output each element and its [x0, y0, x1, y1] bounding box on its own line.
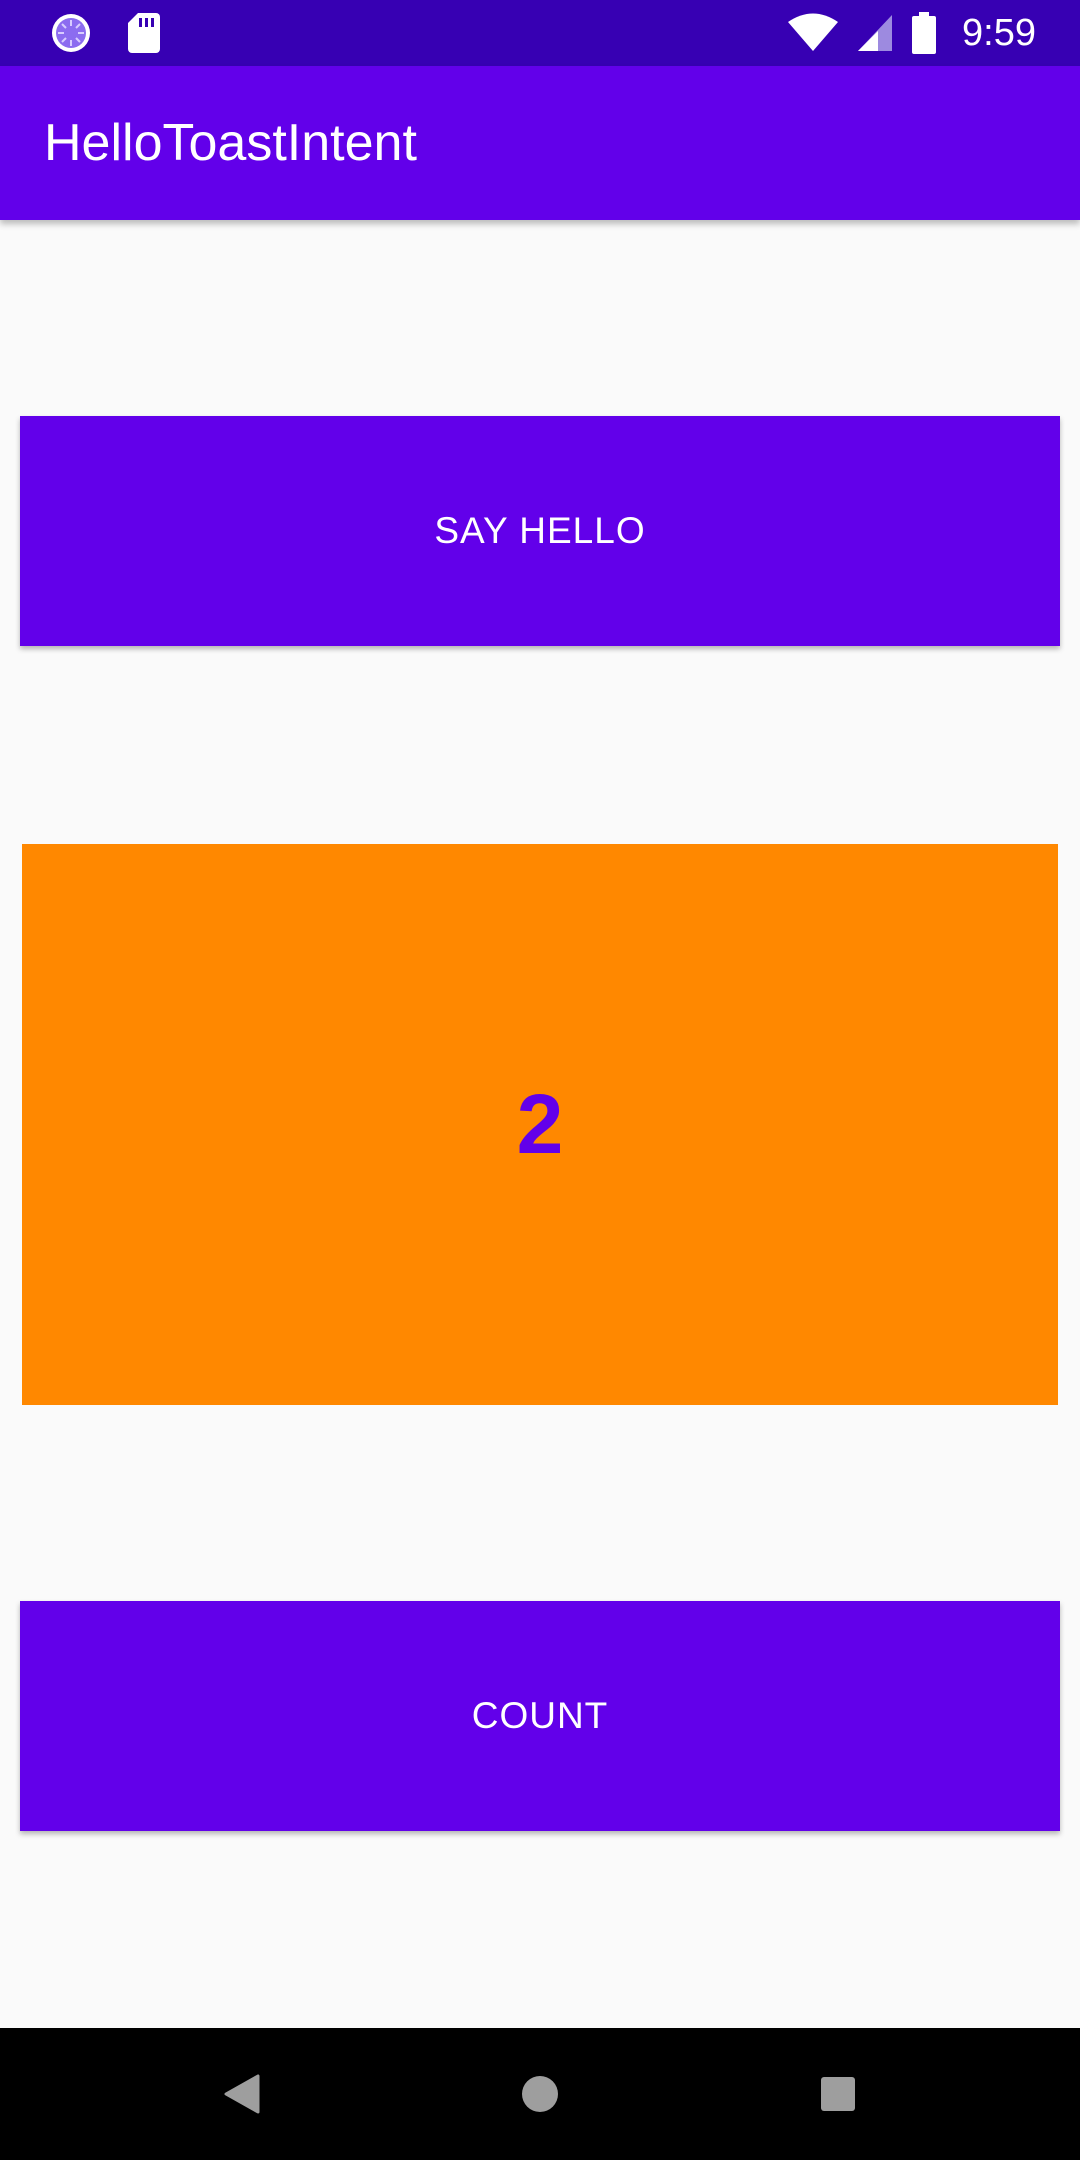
- status-right: 9:59: [788, 8, 1036, 58]
- count-value: 2: [516, 1077, 564, 1171]
- recents-icon: [821, 2077, 855, 2111]
- say-hello-label: SAY HELLO: [434, 510, 646, 551]
- back-icon: [224, 2074, 260, 2114]
- count-display: 2: [22, 844, 1058, 1405]
- nav-home-button[interactable]: [474, 2028, 606, 2160]
- status-bar: 9:59: [0, 0, 1080, 66]
- battery-icon: [912, 12, 937, 54]
- sync-icon: [50, 12, 92, 54]
- wifi-icon: [788, 13, 839, 53]
- status-time: 9:59: [962, 11, 1036, 54]
- nav-bar: [0, 2028, 1080, 2160]
- home-icon: [521, 2075, 559, 2113]
- sd-card-icon: [128, 13, 160, 53]
- app-bar: HelloToastIntent: [0, 66, 1080, 220]
- say-hello-button[interactable]: SAY HELLO: [20, 416, 1060, 646]
- count-button[interactable]: COUNT: [20, 1601, 1060, 1831]
- cell-signal-icon: [856, 13, 894, 53]
- nav-back-button[interactable]: [176, 2028, 308, 2160]
- status-left: [50, 12, 160, 54]
- app-title: HelloToastIntent: [44, 114, 417, 172]
- nav-recents-button[interactable]: [772, 2028, 904, 2160]
- screen: 9:59 HelloToastIntent SAY HELLO 2 COUNT: [0, 0, 1080, 2160]
- count-label: COUNT: [471, 1695, 609, 1736]
